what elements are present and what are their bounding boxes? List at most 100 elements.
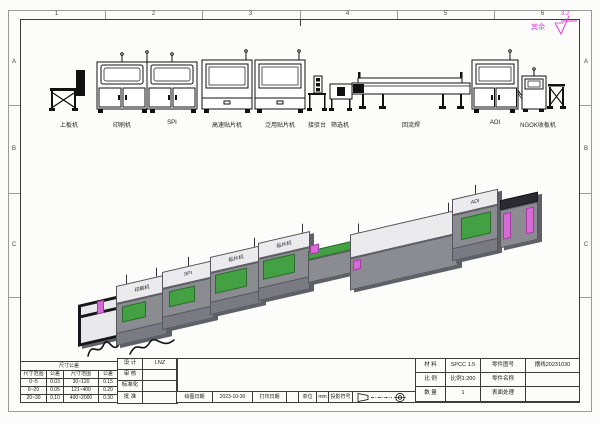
finish-label: 表面处理	[481, 387, 526, 402]
machine-conveyor-drawing	[307, 76, 327, 111]
tolerance-header: 尺寸范围	[21, 371, 47, 379]
ruler-divider	[8, 297, 20, 298]
scale-value: 比例1:200	[446, 373, 481, 387]
machine-window	[263, 253, 295, 279]
ruler-divider	[580, 297, 592, 298]
row-label: C	[580, 240, 592, 250]
iso-mounter-1: 贴片机	[210, 245, 262, 315]
machine-loader-drawing	[49, 70, 85, 111]
antenna-post	[448, 203, 449, 212]
draw-date-label: 绘图日期	[177, 392, 213, 403]
column-label: 4	[299, 10, 396, 19]
material-label: 材 料	[416, 359, 446, 373]
tolerance-cell: 121~400	[64, 387, 99, 395]
projection-label: 投影符号	[329, 392, 353, 403]
aoi-screen	[461, 211, 491, 240]
ruler-divider	[580, 105, 592, 106]
ruler-divider	[494, 10, 495, 19]
antenna-post	[254, 238, 255, 247]
row-label: B	[8, 144, 20, 154]
row-label: A	[580, 57, 592, 67]
tolerance-cell: 0.10	[47, 395, 64, 403]
tolerance-cell: 6~20	[21, 387, 47, 395]
tolerance-cell: 20~30	[21, 395, 47, 403]
bottom-info-row: 绘图日期 2023-10-30 打印日期 单位 mm 投影符号	[176, 391, 416, 403]
ruler-divider	[202, 10, 203, 19]
machine-label: NGOK收板机	[508, 120, 568, 129]
unloader-accent	[526, 207, 534, 235]
part-no-label: 零件图号	[481, 359, 526, 373]
unit-label: 单位	[299, 392, 317, 403]
review-label: 审 核	[118, 370, 143, 381]
part-name-label: 零件名称	[481, 373, 526, 387]
approve-label: 批 准	[118, 392, 143, 404]
tolerance-cell: 0.20	[99, 387, 118, 395]
elevation-drawing	[30, 48, 575, 118]
machine-mounter1-drawing	[202, 50, 252, 113]
machine-roof-label: AOI	[471, 199, 480, 206]
machine-window	[122, 301, 146, 323]
antenna-post	[358, 223, 359, 232]
part-no-value: 摆线20231030	[526, 359, 580, 373]
row-label: A	[8, 57, 20, 67]
tolerance-cell: 0~5	[21, 379, 47, 387]
iso-aoi: AOI	[452, 189, 498, 262]
tolerance-cell: 0.05	[47, 387, 64, 395]
antenna-post	[188, 257, 189, 266]
machine-roof-label: SPI	[184, 271, 192, 278]
surface-note-label: 其余	[531, 22, 545, 32]
ruler-divider	[580, 193, 592, 194]
projection-symbol-cell	[353, 392, 416, 403]
draw-date-value: 2023-10-30	[213, 392, 253, 403]
machine-label: SPI	[142, 120, 202, 126]
antenna-post	[156, 268, 157, 277]
title-block: 材 料 SPCC 1.5 零件图号 摆线20231030 比 例 比例1:200…	[415, 358, 580, 402]
tolerance-header: 尺寸范围	[64, 371, 99, 379]
ruler-divider	[300, 10, 301, 19]
ruler-divider	[8, 105, 20, 106]
signature-scribble	[82, 334, 182, 360]
standard-label: 标准化	[118, 381, 143, 392]
part-name-value	[526, 373, 580, 387]
scale-label: 比 例	[416, 373, 446, 387]
machine-mounter2-drawing	[255, 50, 305, 113]
tolerance-cell: 0.03	[47, 379, 64, 387]
machine-roof-label: 贴片机	[228, 255, 243, 263]
machine-reflow-drawing	[352, 72, 470, 109]
design-value: LNZ	[143, 359, 178, 370]
ruler-divider	[105, 10, 106, 19]
tolerance-header: 公差	[99, 371, 118, 379]
tolerance-cell: 30~120	[64, 379, 99, 387]
finish-value	[526, 387, 580, 402]
machine-unloader-drawing	[518, 68, 566, 112]
iso-mounter-2: 贴片机	[258, 231, 310, 301]
column-label: 5	[397, 10, 494, 19]
antenna-post	[126, 274, 127, 283]
column-label: 1	[8, 10, 105, 19]
print-date-label: 打印日期	[253, 392, 287, 403]
tolerance-header: 公差	[47, 371, 64, 379]
design-label: 设 计	[118, 359, 143, 370]
tolerance-cell: 0.15	[99, 379, 118, 387]
antenna-post	[302, 224, 303, 233]
tolerance-cell: 400~2000	[64, 395, 99, 403]
column-label: 3	[202, 10, 299, 19]
center-tick	[300, 19, 301, 26]
tolerance-table: 尺寸公差 尺寸范围 公差 尺寸范围 公差 0~5 0.03 30~120 0.1…	[20, 361, 118, 403]
machine-label: 筛选机	[310, 120, 370, 129]
cart-accent	[97, 300, 104, 315]
qty-label: 数 量	[416, 387, 446, 402]
machine-label: 高速贴片机	[197, 120, 257, 129]
machine-window	[169, 285, 195, 307]
print-date-value	[287, 392, 299, 403]
notes-cell	[176, 358, 416, 392]
unit-value: mm	[317, 392, 329, 403]
drawing-sheet: 1 2 3 4 5 6 A B C A B C 其余 3.2	[0, 0, 600, 423]
machine-window	[215, 267, 247, 293]
projection-symbol-icon	[354, 392, 414, 403]
machine-roof-label: 贴片机	[276, 241, 291, 249]
unloader-accent	[503, 212, 511, 240]
iso-unloader	[500, 192, 538, 249]
signature-block: 设 计 LNZ 审 核 标准化 批 准	[117, 358, 178, 404]
ruler-divider	[8, 193, 20, 194]
